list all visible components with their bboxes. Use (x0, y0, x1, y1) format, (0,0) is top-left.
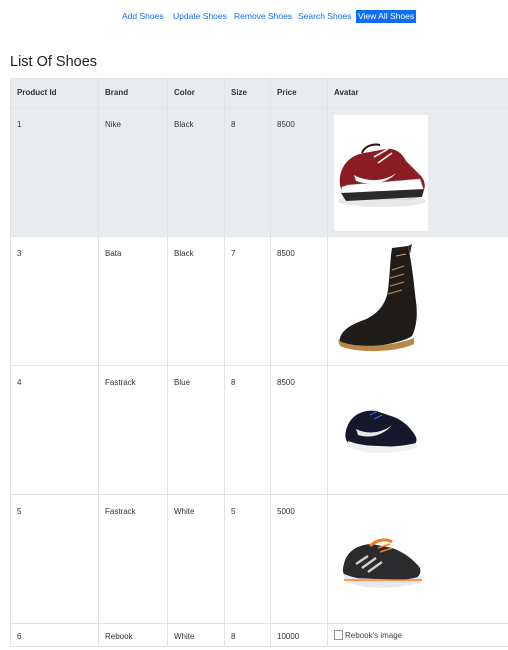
col-color: Color (167, 78, 225, 108)
cell-product-id: 4 (10, 365, 99, 495)
cell-brand: Bata (98, 236, 168, 366)
col-brand: Brand (98, 78, 168, 108)
cell-brand: Nike (98, 107, 168, 237)
table-row: 6 Rebook White 8 10000 Rebook's image (10, 623, 508, 647)
cell-size: 8 (224, 365, 271, 495)
cell-brand: Fastrack (98, 494, 168, 624)
table-row: 5 Fastrack White 5 5000 (10, 494, 508, 624)
table-row: 4 Fastrack Blue 8 8500 (10, 365, 508, 495)
col-product-id: Product Id (10, 78, 99, 108)
top-nav: Add Shoes Update Shoes Remove Shoes Sear… (0, 10, 508, 24)
cell-color: Black (167, 236, 225, 366)
shoes-table: Product Id Brand Color Size Price Avatar… (10, 78, 508, 647)
cell-price: 10000 (270, 623, 328, 647)
col-price: Price (270, 78, 328, 108)
broken-image: Rebook's image (334, 630, 402, 640)
cell-color: Blue (167, 365, 225, 495)
red-sneaker-image (334, 115, 428, 231)
cell-avatar (327, 365, 508, 495)
col-avatar: Avatar (327, 78, 508, 108)
table-row: 1 Nike Black 8 8500 (10, 107, 508, 237)
cell-price: 8500 (270, 236, 328, 366)
black-boot-image (334, 244, 428, 360)
navy-sneaker-image (334, 373, 428, 489)
cell-brand: Rebook (98, 623, 168, 647)
cell-color: White (167, 494, 225, 624)
cell-size: 8 (224, 107, 271, 237)
broken-image-icon (334, 630, 343, 640)
broken-image-alt: Rebook's image (345, 630, 403, 640)
table-row: 3 Bata Black 7 8500 (10, 236, 508, 366)
cell-size: 7 (224, 236, 271, 366)
page-title: List Of Shoes (10, 54, 98, 70)
cell-product-id: 3 (10, 236, 99, 366)
cell-brand: Fastrack (98, 365, 168, 495)
cell-avatar (327, 236, 508, 366)
cell-product-id: 6 (10, 623, 99, 647)
cell-size: 8 (224, 623, 271, 647)
running-shoe-image (334, 502, 428, 618)
cell-price: 8500 (270, 365, 328, 495)
cell-avatar (327, 107, 508, 237)
table-header-row: Product Id Brand Color Size Price Avatar (10, 78, 508, 108)
cell-price: 5000 (270, 494, 328, 624)
cell-price: 8500 (270, 107, 328, 237)
cell-product-id: 1 (10, 107, 99, 237)
nav-remove-shoes[interactable]: Remove Shoes (234, 10, 292, 23)
nav-view-all-shoes[interactable]: View All Shoes (356, 10, 417, 23)
cell-product-id: 5 (10, 494, 99, 624)
col-size: Size (224, 78, 271, 108)
nav-search-shoes[interactable]: Search Shoes (298, 10, 351, 23)
cell-avatar (327, 494, 508, 624)
nav-update-shoes[interactable]: Update Shoes (173, 10, 227, 23)
cell-color: White (167, 623, 225, 647)
cell-color: Black (167, 107, 225, 237)
cell-avatar: Rebook's image (327, 623, 508, 647)
nav-add-shoes[interactable]: Add Shoes (122, 10, 164, 23)
cell-size: 5 (224, 494, 271, 624)
